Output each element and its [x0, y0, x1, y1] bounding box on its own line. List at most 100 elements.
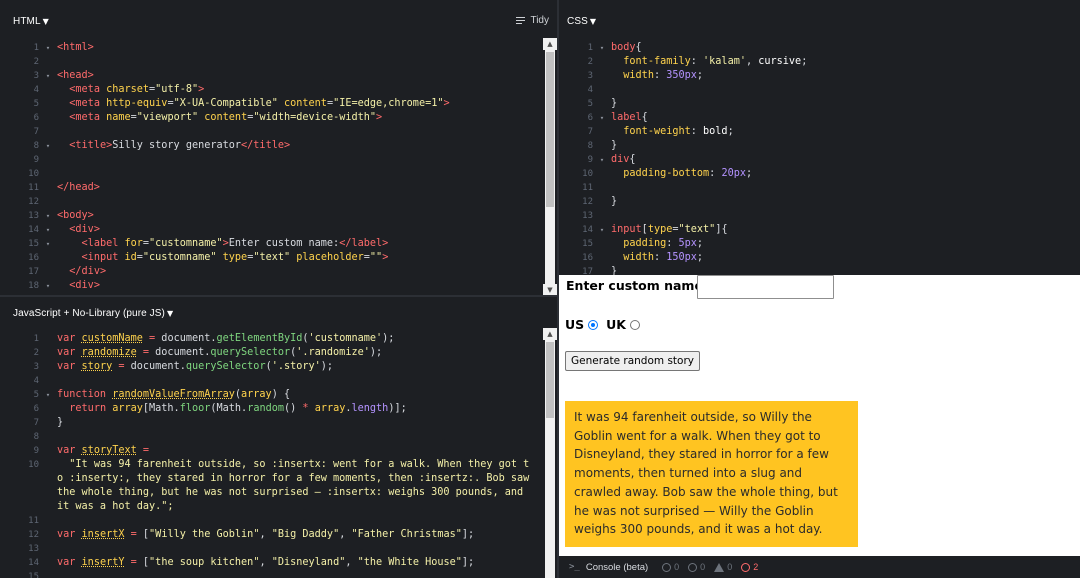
line-number: 15: [582, 239, 593, 249]
fold-arrow-icon[interactable]: ▾: [39, 69, 57, 83]
code-text: <div>: [69, 224, 100, 235]
code-line[interactable]: 15 padding: 5px;: [559, 237, 807, 251]
code-line[interactable]: 8}: [559, 139, 807, 153]
code-line[interactable]: 16 <input id="customname" type="text" pl…: [0, 251, 450, 265]
js-panel-title[interactable]: JavaScript + No-Library (pure JS): [13, 308, 165, 319]
css-panel-title[interactable]: CSS: [567, 16, 588, 27]
panel-divider[interactable]: [0, 295, 557, 297]
fold-arrow-icon[interactable]: ▾: [39, 388, 57, 402]
code-line[interactable]: 15 ▾ <label for="customname">Enter custom…: [0, 237, 450, 251]
code-line[interactable]: 11: [559, 181, 807, 195]
code-text: <meta name="viewport" content="width=dev…: [69, 112, 383, 123]
code-line[interactable]: 12 var insertX = ["Willy the Goblin", "Bi…: [0, 528, 529, 542]
code-line[interactable]: 14 var insertY = ["the soup kitchen", "Di…: [0, 556, 529, 570]
console-bar[interactable]: >_ Console (beta) 0 0 0 2: [559, 556, 1080, 578]
code-line[interactable]: 5 <meta http-equiv="X-UA-Compatible" con…: [0, 97, 450, 111]
fold-arrow-icon[interactable]: ▾: [39, 41, 57, 55]
code-line[interactable]: 7}: [0, 416, 529, 430]
tidy-button[interactable]: Tidy: [516, 15, 549, 26]
code-line[interactable]: 4: [0, 374, 529, 388]
code-line[interactable]: 6 return array[Math.floor(Math.random() …: [0, 402, 529, 416]
fold-arrow-icon[interactable]: ▾: [39, 223, 57, 237]
code-line[interactable]: 2 var randomize = document.querySelector(…: [0, 346, 529, 360]
code-line[interactable]: 4: [559, 83, 807, 97]
code-line[interactable]: 4 <meta charset="utf-8">: [0, 83, 450, 97]
code-line[interactable]: o :inserty:, they stared in horror for a…: [0, 472, 529, 486]
code-line[interactable]: 2 font-family: 'kalam', cursive;: [559, 55, 808, 69]
fold-arrow-icon[interactable]: ▾: [593, 111, 611, 125]
code-line[interactable]: 7: [0, 125, 450, 139]
code-text: <meta charset="utf-8">: [69, 84, 205, 95]
fold-arrow-icon[interactable]: ▾: [39, 209, 57, 223]
code-line[interactable]: 14 ▾ input[type="text"]{: [559, 223, 807, 237]
code-text: return array[Math.floor(Math.random() * …: [69, 403, 407, 414]
code-line[interactable]: 1 var customName = document.getElementByI…: [0, 332, 529, 346]
code-line[interactable]: 6 <meta name="viewport" content="width=d…: [0, 111, 450, 125]
code-line[interactable]: 10 "It was 94 farenheit outside, so :ins…: [0, 458, 529, 472]
scroll-thumb[interactable]: [546, 342, 554, 418]
chevron-down-icon[interactable]: ▼: [43, 17, 49, 26]
code-line[interactable]: 13 ▾ <body>: [0, 209, 450, 223]
code-line[interactable]: 17 </div>: [0, 265, 450, 279]
info-icon: [662, 562, 672, 572]
code-line[interactable]: 2: [0, 55, 450, 69]
fold-arrow-icon[interactable]: ▾: [39, 237, 57, 251]
line-number: 12: [582, 197, 593, 207]
fold-arrow-icon[interactable]: ▾: [593, 223, 611, 237]
code-line[interactable]: 11: [0, 514, 529, 528]
html-scrollbar[interactable]: ▲ ▼: [543, 38, 557, 296]
code-line[interactable]: 9 var storyText =: [0, 444, 529, 458]
code-line[interactable]: 9 ▾ div{: [559, 153, 807, 167]
custom-name-input[interactable]: [697, 275, 834, 299]
code-line[interactable]: the whole thing, but he was not surprise…: [0, 486, 529, 500]
js-scrollbar[interactable]: ▲: [543, 328, 557, 578]
radio-uk[interactable]: [630, 319, 640, 330]
js-code-editor[interactable]: 1 var customName = document.getElementByI…: [0, 332, 529, 578]
code-line[interactable]: 15: [0, 570, 529, 578]
code-line[interactable]: it was a hot day.";: [0, 500, 529, 514]
code-line[interactable]: 5 ▾ function randomValueFromArray(array) {: [0, 388, 529, 402]
console-label[interactable]: Console (beta): [586, 562, 648, 573]
code-line[interactable]: 8 ▾ <title>Silly story generator</title>: [0, 139, 450, 153]
code-text: var storyText =: [57, 445, 150, 456]
code-line[interactable]: 1 ▾ body{: [559, 41, 807, 55]
code-line[interactable]: 13: [559, 209, 807, 223]
generate-story-button[interactable]: Generate random story: [565, 351, 700, 371]
code-line[interactable]: 14 ▾ <div>: [0, 223, 450, 237]
code-line[interactable]: 3 width: 350px;: [559, 69, 807, 83]
code-line[interactable]: 1 ▾ <html>: [0, 41, 450, 55]
scroll-thumb[interactable]: [546, 52, 554, 207]
html-code-editor[interactable]: 1 ▾ <html> 2 3 ▾ <head> 4 <meta charset="utf-8"…: [0, 41, 450, 293]
chevron-down-icon[interactable]: ▼: [590, 17, 596, 26]
code-line[interactable]: 3 var story = document.querySelector('.st…: [0, 360, 529, 374]
fold-arrow-icon[interactable]: ▾: [39, 139, 57, 153]
code-text: padding: 5px;: [623, 238, 704, 249]
html-panel-title[interactable]: HTML: [13, 16, 41, 27]
code-line[interactable]: 5}: [559, 97, 807, 111]
scroll-up-arrow-icon[interactable]: ▲: [543, 38, 557, 50]
code-line[interactable]: 18 ▾ <div>: [0, 279, 450, 293]
chevron-down-icon[interactable]: ▼: [167, 309, 173, 318]
css-code-editor[interactable]: 1 ▾ body{2 font-family: 'kalam', cursive; 3…: [559, 41, 807, 275]
code-text: font-weight: bold;: [623, 126, 734, 137]
fold-arrow-icon[interactable]: ▾: [39, 279, 57, 293]
code-line[interactable]: 7 font-weight: bold;: [559, 125, 807, 139]
code-line[interactable]: 12: [0, 195, 450, 209]
fold-arrow-icon[interactable]: ▾: [593, 41, 611, 55]
code-line[interactable]: 13: [0, 542, 529, 556]
scroll-up-arrow-icon[interactable]: ▲: [543, 328, 557, 340]
code-line[interactable]: 10: [0, 167, 450, 181]
error-icon: [741, 562, 751, 572]
code-line[interactable]: 6 ▾ label{: [559, 111, 807, 125]
fold-arrow-icon[interactable]: ▾: [593, 153, 611, 167]
line-number: 6: [33, 404, 39, 414]
code-line[interactable]: 12}: [559, 195, 807, 209]
code-line[interactable]: 11 </head>: [0, 181, 450, 195]
code-line[interactable]: 3 ▾ <head>: [0, 69, 450, 83]
code-line[interactable]: 16 width: 150px;: [559, 251, 807, 265]
code-line[interactable]: 9: [0, 153, 450, 167]
code-line[interactable]: 8: [0, 430, 529, 444]
radio-us[interactable]: [588, 319, 599, 330]
code-line[interactable]: 10 padding-bottom: 20px;: [559, 167, 807, 181]
code-line[interactable]: 17}: [559, 265, 807, 275]
